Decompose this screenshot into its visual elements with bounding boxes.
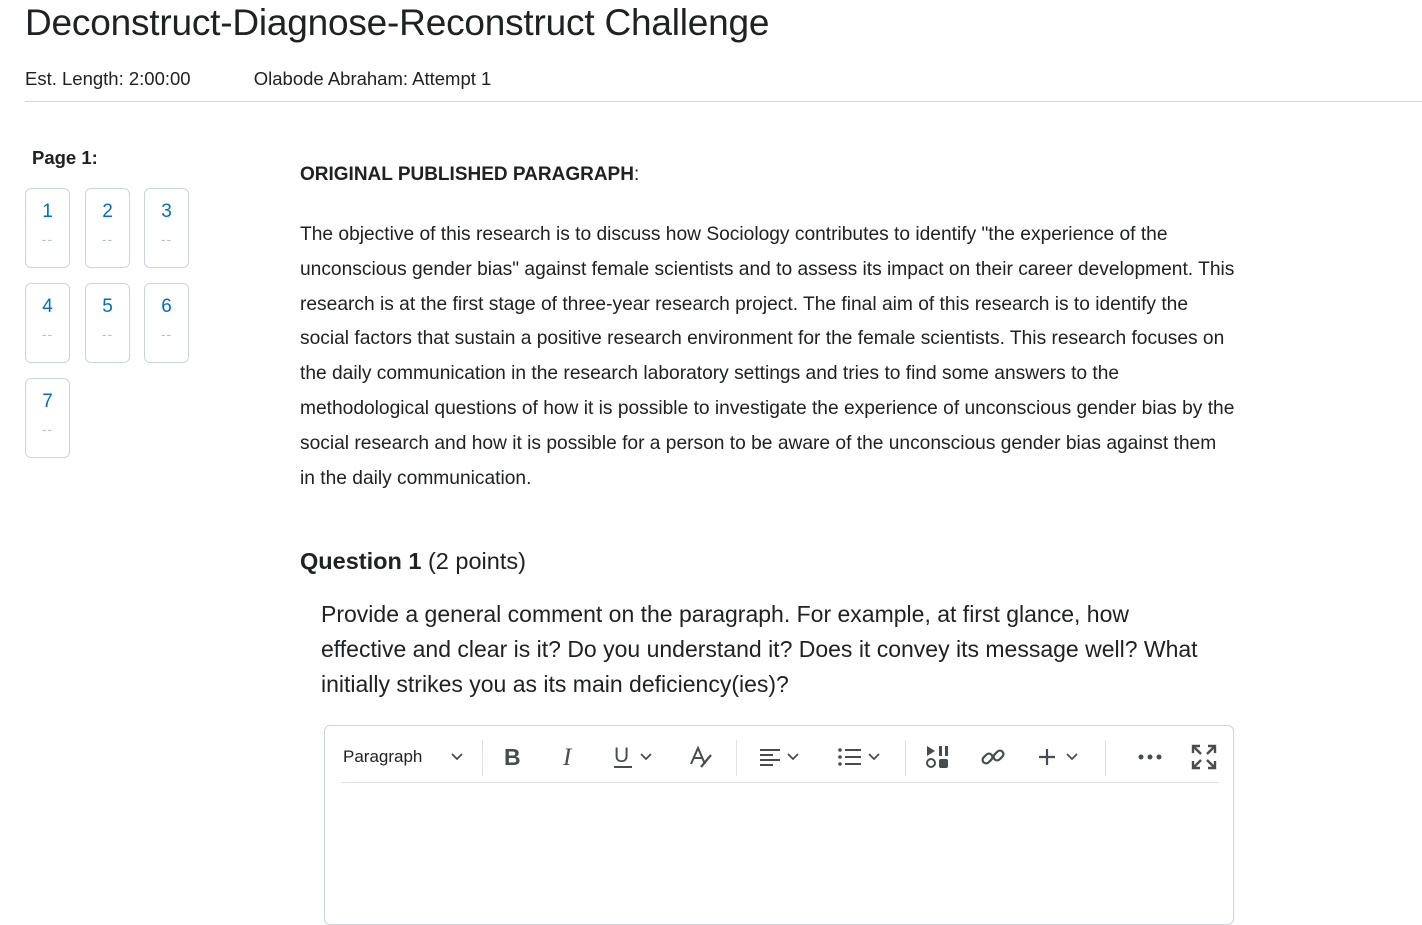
question-nav-status: -- [41,231,54,247]
toolbar-separator [1105,740,1106,776]
svg-text:U: U [614,744,629,767]
header-divider [25,101,1422,102]
question-nav-number: 5 [102,296,113,317]
insert-icon[interactable] [1037,740,1079,774]
link-icon[interactable] [980,740,1006,774]
question-nav-1[interactable]: 1 -- [25,188,70,268]
chevron-down-icon [450,747,464,767]
page-label: Page 1: [32,147,98,168]
quiz-meta: Est. Length: 2:00:00 Olabode Abraham: At… [25,68,491,90]
section-heading: ORIGINAL PUBLISHED PARAGRAPH: [300,164,639,186]
bold-icon[interactable]: B [501,740,525,774]
align-icon[interactable] [758,740,800,774]
question-nav-4[interactable]: 4 -- [25,283,70,363]
question-nav-status: -- [41,326,54,342]
toolbar-separator [736,740,737,776]
underline-icon[interactable]: U [611,740,653,774]
editor-content-area[interactable] [341,786,1219,924]
question-nav-status: -- [101,231,114,247]
question-nav-status: -- [160,231,173,247]
editor-toolbar: Paragraph B I U [341,732,1219,783]
question-label: Question 1 [300,548,422,574]
original-paragraph: The objective of this research is to dis… [300,224,1235,489]
question-points: (2 points) [427,548,526,574]
question-nav-status: -- [101,326,114,342]
question-title: Question 1 (2 points) [300,548,526,575]
question-nav-6[interactable]: 6 -- [144,283,189,363]
question-nav-number: 7 [42,391,53,412]
question-nav-status: -- [160,326,173,342]
toolbar-separator [905,740,906,776]
question-nav-number: 1 [42,201,53,222]
question-nav-2[interactable]: 2 -- [85,188,130,268]
question-nav-5[interactable]: 5 -- [85,283,130,363]
list-icon[interactable] [837,740,881,774]
page-title: Deconstruct-Diagnose-Reconstruct Challen… [25,2,770,43]
more-icon[interactable] [1137,740,1163,774]
question-nav-number: 6 [161,296,172,317]
media-icon[interactable] [925,740,951,774]
italic-icon[interactable]: I [558,740,582,774]
attempt-info: Olabode Abraham: Attempt 1 [253,68,492,89]
question-prompt: Provide a general comment on the paragra… [321,601,1198,697]
svg-text:B: B [504,745,521,769]
question-nav-3[interactable]: 3 -- [144,188,189,268]
block-format-select[interactable]: Paragraph [343,740,464,774]
fullscreen-icon[interactable] [1191,740,1217,774]
text-style-icon[interactable] [688,740,714,774]
question-nav-number: 4 [42,296,53,317]
toolbar-separator [482,740,483,776]
question-nav-number: 2 [102,201,113,222]
estimated-length: Est. Length: 2:00:00 [25,68,191,89]
section-heading-colon: : [633,164,640,185]
rich-text-editor[interactable]: Paragraph B I U [324,725,1234,925]
svg-text:I: I [562,745,573,769]
block-format-label: Paragraph [343,747,423,766]
question-nav-status: -- [41,421,54,437]
section-heading-text: ORIGINAL PUBLISHED PARAGRAPH [300,164,634,185]
question-nav-7[interactable]: 7 -- [25,378,70,458]
question-nav-number: 3 [161,201,172,222]
